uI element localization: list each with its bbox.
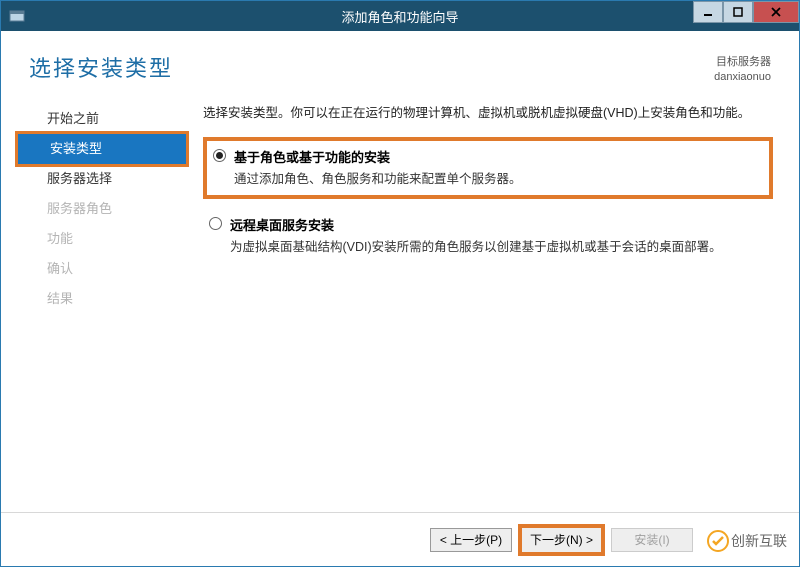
step-server-selection[interactable]: 服务器选择 bbox=[7, 164, 197, 194]
wizard-body: 选择安装类型 目标服务器 danxiaonuo 开始之前 安装类型 服务器选择 … bbox=[1, 31, 799, 566]
step-installation-type[interactable]: 安装类型 bbox=[15, 131, 189, 167]
page-title: 选择安装类型 bbox=[29, 51, 173, 83]
titlebar: 添加角色和功能向导 bbox=[1, 1, 799, 31]
main-row: 开始之前 安装类型 服务器选择 服务器角色 功能 确认 结果 选择安装类型。你可… bbox=[1, 94, 799, 512]
option-role-based-desc: 通过添加角色、角色服务和功能来配置单个服务器。 bbox=[234, 168, 522, 187]
header-row: 选择安装类型 目标服务器 danxiaonuo bbox=[1, 31, 799, 94]
sidebar-item-label: 功能 bbox=[47, 231, 73, 246]
previous-button[interactable]: < 上一步(P) bbox=[430, 528, 512, 552]
step-features: 功能 bbox=[7, 224, 197, 254]
sidebar-item-label: 开始之前 bbox=[47, 111, 99, 126]
sidebar-item-label: 服务器角色 bbox=[47, 201, 112, 216]
step-confirmation: 确认 bbox=[7, 254, 197, 284]
sidebar-item-label: 确认 bbox=[47, 261, 73, 276]
step-results: 结果 bbox=[7, 284, 197, 314]
wizard-window: 添加角色和功能向导 选择安装类型 目标服务器 danxiaonuo 开始之前 bbox=[0, 0, 800, 567]
sidebar-item-label: 安装类型 bbox=[50, 141, 102, 156]
option-remote-desktop-title: 远程桌面服务安装 bbox=[230, 215, 722, 234]
sidebar-item-label: 服务器选择 bbox=[47, 171, 112, 186]
option-role-based[interactable]: 基于角色或基于功能的安装 通过添加角色、角色服务和功能来配置单个服务器。 bbox=[203, 137, 773, 199]
install-button: 安装(I) bbox=[611, 528, 693, 552]
next-button[interactable]: 下一步(N) > bbox=[518, 524, 605, 556]
destination-server-value: danxiaonuo bbox=[714, 70, 771, 85]
sidebar-item-label: 结果 bbox=[47, 291, 73, 306]
content-pane: 选择安装类型。你可以在正在运行的物理计算机、虚拟机或脱机虚拟硬盘(VHD)上安装… bbox=[197, 100, 793, 512]
instruction-text: 选择安装类型。你可以在正在运行的物理计算机、虚拟机或脱机虚拟硬盘(VHD)上安装… bbox=[203, 102, 773, 121]
window-title: 添加角色和功能向导 bbox=[1, 7, 799, 26]
wizard-footer: < 上一步(P) 下一步(N) > 安装(I) 取消 bbox=[1, 512, 799, 566]
option-role-based-title: 基于角色或基于功能的安装 bbox=[234, 147, 522, 166]
wizard-steps-sidebar: 开始之前 安装类型 服务器选择 服务器角色 功能 确认 结果 bbox=[7, 100, 197, 512]
step-before-you-begin[interactable]: 开始之前 bbox=[7, 104, 197, 134]
destination-server-label: 目标服务器 bbox=[714, 55, 771, 70]
option-remote-desktop[interactable]: 远程桌面服务安装 为虚拟桌面基础结构(VDI)安装所需的角色服务以创建基于虚拟机… bbox=[203, 209, 773, 263]
radio-role-based[interactable] bbox=[213, 149, 226, 162]
step-server-roles: 服务器角色 bbox=[7, 194, 197, 224]
destination-server: 目标服务器 danxiaonuo bbox=[714, 51, 771, 86]
option-remote-desktop-desc: 为虚拟桌面基础结构(VDI)安装所需的角色服务以创建基于虚拟机或基于会话的桌面部… bbox=[230, 236, 722, 255]
radio-remote-desktop[interactable] bbox=[209, 217, 222, 230]
